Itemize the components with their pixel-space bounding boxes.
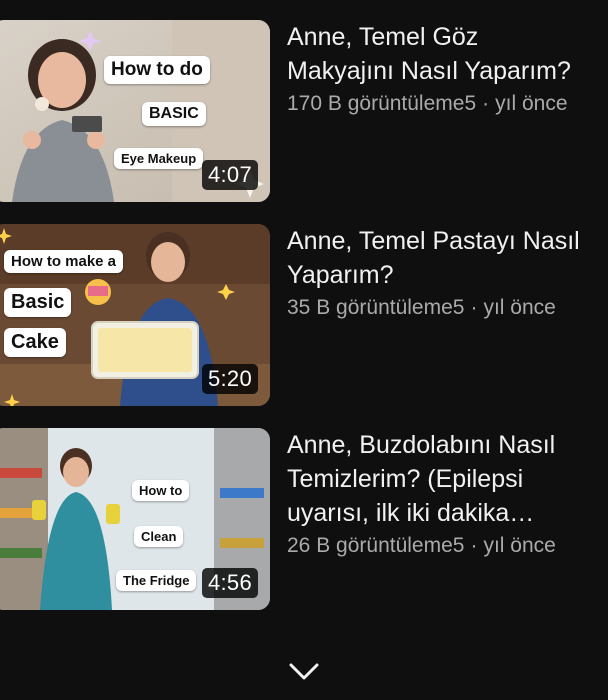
video-meta: Anne, Temel Pastayı Nasıl Yaparım? 35 B … [287,224,608,322]
show-more-button[interactable] [282,650,326,694]
duration-badge: 4:07 [201,160,258,190]
thumbnail-text: How to do [104,56,210,84]
video-stats: 35 B görüntüleme5 · yıl önce [287,294,608,322]
thumbnail-text: Cake [4,328,66,357]
video-thumbnail[interactable]: How to make a Basic Cake 5:20 [0,224,270,406]
meta-separator: · [482,92,490,115]
view-count: 35 B görüntüleme5 [287,296,465,319]
video-stats: 26 B görüntüleme5 · yıl önce [287,532,608,560]
video-stats: 170 B görüntüleme5 · yıl önce [287,90,608,118]
view-count: 26 B görüntüleme5 [287,534,465,557]
upload-age: yıl önce [483,296,556,319]
thumbnail-text: The Fridge [116,570,197,591]
thumbnail-text: How to make a [4,250,124,273]
duration-badge: 5:20 [201,364,258,394]
upload-age: yıl önce [483,534,556,557]
video-item[interactable]: How to make a Basic Cake 5:20 Anne, Teme… [0,224,608,406]
video-meta: Anne, Buzdolabını Nasıl Temizlerim? (Epi… [287,428,608,560]
video-thumbnail[interactable]: How to Clean The Fridge 4:56 [0,428,270,610]
video-item[interactable]: How to do BASIC Eye Makeup 4:07 Anne, Te… [0,20,608,202]
video-thumbnail[interactable]: How to do BASIC Eye Makeup 4:07 [0,20,270,202]
view-count: 170 B görüntüleme5 [287,92,477,115]
thumbnail-text: How to [132,480,190,501]
thumbnail-text: Basic [4,288,72,317]
thumbnail-text: Eye Makeup [114,148,204,169]
chevron-down-icon [289,663,319,680]
thumbnail-text: BASIC [142,102,206,126]
video-item[interactable]: How to Clean The Fridge 4:56 Anne, Buzdo… [0,428,608,610]
duration-badge: 4:56 [201,568,258,598]
thumbnail-text: Clean [134,526,184,547]
upload-age: yıl önce [495,92,568,115]
meta-separator: · [470,534,478,557]
video-title[interactable]: Anne, Temel Göz Makyajını Nasıl Yaparım? [287,20,608,88]
meta-separator: · [470,296,478,319]
video-title[interactable]: Anne, Buzdolabını Nasıl Temizlerim? (Epi… [287,428,608,530]
video-title[interactable]: Anne, Temel Pastayı Nasıl Yaparım? [287,224,608,292]
video-meta: Anne, Temel Göz Makyajını Nasıl Yaparım?… [287,20,608,118]
